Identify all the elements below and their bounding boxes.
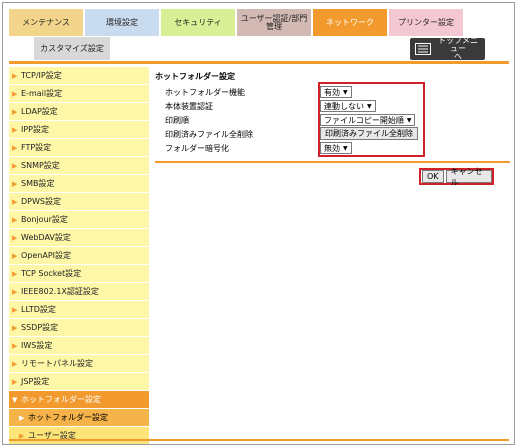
- sidebar-item-label: OpenAPI設定: [21, 251, 72, 260]
- sidebar-item-tcp-socket[interactable]: ▶ TCP Socket設定: [9, 265, 149, 283]
- chevron-right-icon: ▶: [12, 341, 18, 350]
- setting-label-hot-folder-function: ホットフォルダー機能: [165, 88, 245, 97]
- chevron-right-icon: ▶: [12, 251, 18, 260]
- sidebar-item-label: TCP Socket設定: [21, 269, 82, 278]
- sidebar-item-label: FTP設定: [21, 143, 52, 152]
- tab-environment[interactable]: 環境設定: [85, 9, 159, 36]
- sidebar-item-label: WebDAV設定: [21, 233, 71, 242]
- sidebar-item-ldap[interactable]: ▶ LDAP設定: [9, 103, 149, 121]
- sidebar-item-label: IWS設定: [21, 341, 53, 350]
- chevron-right-icon: ▶: [12, 359, 18, 368]
- sidebar-item-label: LDAP設定: [21, 107, 58, 116]
- sidebar-item-label: SSDP設定: [21, 323, 59, 332]
- sidebar-item-ftp[interactable]: ▶ FTP設定: [9, 139, 149, 157]
- chevron-down-icon: ▼: [12, 395, 18, 404]
- sidebar-item-jsp[interactable]: ▶ JSP設定: [9, 373, 149, 391]
- cancel-button[interactable]: キャンセル: [445, 167, 492, 187]
- chevron-right-icon: ▶: [12, 305, 18, 314]
- sidebar-item-ssdp[interactable]: ▶ SSDP設定: [9, 319, 149, 337]
- tab-printer[interactable]: プリンター設定: [389, 9, 463, 36]
- sidebar-item-label: SMB設定: [21, 179, 55, 188]
- chevron-right-icon: ▶: [12, 269, 18, 278]
- sidebar-item-label: LLTD設定: [21, 305, 56, 314]
- header-divider: [9, 61, 509, 64]
- chevron-right-icon: ▶: [19, 413, 25, 422]
- sidebar-item-ieee8021x[interactable]: ▶ IEEE802.1X認証設定: [9, 283, 149, 301]
- tab-user-auth[interactable]: ユーザー認証/部門 管理: [237, 9, 311, 36]
- content-divider: [155, 161, 510, 163]
- action-buttons-highlight: OK キャンセル: [419, 167, 494, 187]
- sidebar-item-lltd[interactable]: ▶ LLTD設定: [9, 301, 149, 319]
- sidebar-subitem-hot-folder-settings[interactable]: ▶ ホットフォルダー設定: [9, 409, 149, 427]
- chevron-right-icon: ▶: [12, 71, 18, 80]
- sidebar-item-label: IEEE802.1X認証設定: [21, 287, 99, 296]
- chevron-right-icon: ▶: [12, 161, 18, 170]
- sidebar-item-remote-panel[interactable]: ▶ リモートパネル設定: [9, 355, 149, 373]
- chevron-right-icon: ▶: [12, 107, 18, 116]
- sidebar-item-label: SNMP設定: [21, 161, 60, 170]
- sidebar-item-label: DPWS設定: [21, 197, 61, 206]
- sidebar-item-label: E-mail設定: [21, 89, 63, 98]
- top-tab-bar: メンテナンス 環境設定 セキュリティ ユーザー認証/部門 管理 ネットワーク プ…: [9, 9, 465, 36]
- sidebar-item-hot-folder[interactable]: ▼ ホットフォルダー設定: [9, 391, 149, 409]
- sidebar-item-bonjour[interactable]: ▶ Bonjour設定: [9, 211, 149, 229]
- chevron-right-icon: ▶: [12, 197, 18, 206]
- top-menu-button[interactable]: トップメニュー へ: [410, 36, 485, 61]
- sidebar-item-openapi[interactable]: ▶ OpenAPI設定: [9, 247, 149, 265]
- chevron-right-icon: ▶: [12, 143, 18, 152]
- sidebar-item-smb[interactable]: ▶ SMB設定: [9, 175, 149, 193]
- ok-button[interactable]: OK: [422, 170, 444, 183]
- sidebar-item-dpws[interactable]: ▶ DPWS設定: [9, 193, 149, 211]
- page-title: ホットフォルダー設定: [155, 72, 235, 81]
- top-menu-label: トップメニュー へ: [438, 36, 478, 61]
- sidebar-subitem-user-settings[interactable]: ▶ ユーザー設定: [9, 427, 149, 444]
- sidebar-item-ipp[interactable]: ▶ IPP設定: [9, 121, 149, 139]
- sidebar-item-label: ホットフォルダー設定: [21, 395, 101, 404]
- browser-frame: メンテナンス 環境設定 セキュリティ ユーザー認証/部門 管理 ネットワーク プ…: [2, 2, 515, 445]
- chevron-right-icon: ▶: [12, 233, 18, 242]
- chevron-right-icon: ▶: [12, 287, 18, 296]
- sidebar-item-email[interactable]: ▶ E-mail設定: [9, 85, 149, 103]
- setting-label-print-order: 印刷順: [165, 116, 189, 125]
- sidebar-item-label: リモートパネル設定: [21, 359, 93, 368]
- sidebar-item-tcpip[interactable]: ▶ TCP/IP設定: [9, 67, 149, 85]
- sidebar-item-label: JSP設定: [21, 377, 50, 386]
- sidebar-item-label: IPP設定: [21, 125, 50, 134]
- chevron-right-icon: ▶: [12, 125, 18, 134]
- chevron-right-icon: ▶: [12, 323, 18, 332]
- tab-security[interactable]: セキュリティ: [161, 9, 235, 36]
- tab-maintenance[interactable]: メンテナンス: [9, 9, 83, 36]
- footer-divider: [9, 439, 509, 441]
- chevron-right-icon: ▶: [12, 179, 18, 188]
- menu-list-icon: [415, 43, 431, 55]
- tab-customize[interactable]: カスタマイズ設定: [34, 37, 110, 60]
- settings-highlight-box: [318, 82, 425, 157]
- sidebar-item-label: ホットフォルダー設定: [28, 413, 108, 422]
- sidebar-item-label: Bonjour設定: [21, 215, 68, 224]
- sidebar-item-label: TCP/IP設定: [21, 71, 62, 80]
- sidebar: ▶ TCP/IP設定 ▶ E-mail設定 ▶ LDAP設定 ▶ IPP設定 ▶ FTP設…: [9, 67, 149, 444]
- chevron-right-icon: ▶: [12, 215, 18, 224]
- setting-label-folder-encryption: フォルダー暗号化: [165, 144, 229, 153]
- sidebar-item-iws[interactable]: ▶ IWS設定: [9, 337, 149, 355]
- setting-label-delete-printed: 印刷済みファイル全削除: [165, 130, 253, 139]
- sidebar-item-webdav[interactable]: ▶ WebDAV設定: [9, 229, 149, 247]
- chevron-right-icon: ▶: [12, 89, 18, 98]
- chevron-right-icon: ▶: [12, 377, 18, 386]
- setting-label-device-auth: 本体装置認証: [165, 102, 213, 111]
- sidebar-item-snmp[interactable]: ▶ SNMP設定: [9, 157, 149, 175]
- tab-network[interactable]: ネットワーク: [313, 9, 387, 36]
